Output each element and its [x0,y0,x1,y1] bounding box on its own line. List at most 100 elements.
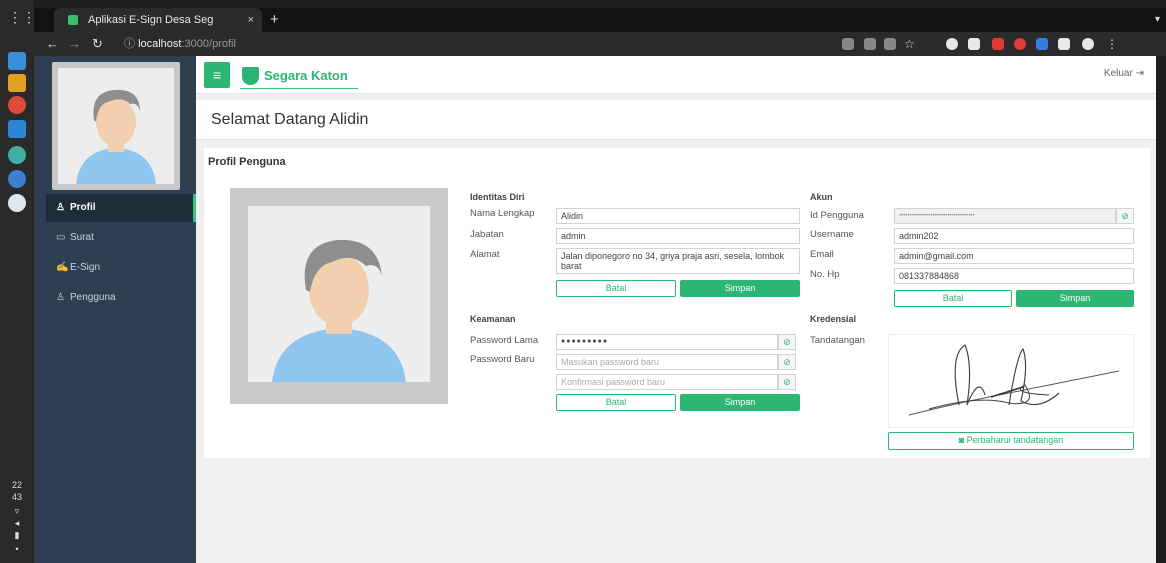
sidebar-item-pengguna[interactable]: ♙ Pengguna [46,284,196,312]
power-icon: • [15,544,19,554]
eye-off-icon[interactable]: ⊘ [1116,208,1134,224]
url-host: localhost [138,38,182,50]
cast-icon[interactable] [884,38,896,50]
id-label: Id Pengguna [810,210,864,221]
settings-icon[interactable] [8,146,26,164]
username-field[interactable]: admin202 [894,228,1134,244]
sidebar-item-label: E-Sign [70,262,101,273]
eye-off-icon[interactable]: ⊘ [778,354,796,370]
tab-close-icon[interactable]: × [248,8,254,32]
extension-icon[interactable] [1014,38,1026,50]
eye-off-icon[interactable]: ⊘ [778,374,796,390]
keamanan-save-button[interactable]: Simpan [680,394,800,411]
translate-icon[interactable] [864,38,876,50]
reload-icon[interactable]: ↻ [92,32,103,56]
akun-save-button[interactable]: Simpan [1016,290,1134,307]
profile-photo-inner [248,206,430,382]
profile-photo [230,188,448,404]
extension-icon[interactable] [1036,38,1048,50]
password-baru-label: Password Baru [470,354,535,365]
bookmark-star-icon[interactable]: ☆ [904,38,916,50]
tab-title: Aplikasi E-Sign Desa Seg [88,14,214,26]
extension-icon[interactable] [968,38,980,50]
browser-toolbar: ← → ↻ ⓘ localhost:3000/profil ☆ ⋮ [34,32,1166,56]
os-dock: ⋮⋮ 22 43 ▿ ◂ ▮ • [0,0,36,563]
signature-drawing [908,344,1120,416]
puzzle-icon[interactable] [1058,38,1070,50]
new-tab-button[interactable]: + [270,8,279,32]
user-avatar-icon [58,68,174,184]
keamanan-cancel-button[interactable]: Batal [556,394,676,411]
sidebar-avatar [52,62,180,190]
network-icon[interactable] [8,170,26,188]
cloud-icon[interactable] [8,194,26,212]
update-signature-label: Perbaharui tandatangan [966,435,1064,445]
camera-icon: ◙ [958,435,967,445]
page-title: Selamat Datang Alidin [196,100,1156,140]
user-avatar-icon [248,206,430,382]
vscode-icon[interactable] [8,120,26,138]
clock-minute: 43 [11,492,22,502]
sidebar-item-esign[interactable]: ✍ E-Sign [46,254,196,282]
konfirmasi-password-field[interactable]: Konfirmasi password baru [556,374,778,390]
password-baru-field[interactable]: Masukan password baru [556,354,778,370]
signature-icon: ✍ [56,262,69,273]
sidebar-item-surat[interactable]: ▭ Surat [46,224,196,252]
hp-field[interactable]: 081337884868 [894,268,1134,284]
users-icon: ♙ [56,292,65,303]
card-title: Profil Penguna [208,156,286,168]
favicon-icon [68,15,78,25]
apps-grid-icon[interactable]: ⋮⋮ [8,8,36,26]
sidebar-item-label: Surat [70,232,94,243]
email-field[interactable]: admin@gmail.com [894,248,1134,264]
nama-label: Nama Lengkap [470,208,535,219]
tab-search-icon[interactable]: ▾ [1155,8,1160,32]
image-app-icon[interactable] [8,74,26,92]
brand-name: Segara Katon [264,68,348,83]
brand[interactable]: Segara Katon [240,63,358,89]
back-icon[interactable]: ← [46,32,59,56]
app-sidebar: ♙ Profil ▭ Surat ✍ E-Sign ♙ Pengguna [34,56,196,563]
kredensial-title: Kredensial [810,314,857,324]
clock-hour: 22 [11,480,22,490]
id-field[interactable]: •••••••••••••••••••••••••••••••••••• [894,208,1116,224]
extension-icon[interactable] [946,38,958,50]
jabatan-field[interactable]: admin [556,228,800,244]
akun-cancel-button[interactable]: Batal [894,290,1012,307]
volume-icon: ◂ [14,518,20,528]
tandatangan-label: Tandatangan [810,335,865,346]
logout-label: Keluar [1103,68,1133,79]
logout-icon: ⇥ [1135,68,1144,79]
jabatan-label: Jabatan [470,229,504,240]
eye-off-icon[interactable]: ⊘ [778,334,796,350]
key-icon[interactable] [842,38,854,50]
logout-button[interactable]: Keluar ⇥ [1104,68,1144,79]
akun-title: Akun [810,192,833,202]
username-label: Username [810,229,854,240]
address-bar[interactable]: ⓘ localhost:3000/profil [120,35,820,53]
browser-tab-strip: Aplikasi E-Sign Desa Seg × + ▾ [34,8,1166,32]
menu-toggle-button[interactable]: ≡ [204,62,230,88]
village-logo-icon [242,67,259,85]
forward-icon[interactable]: → [68,32,81,56]
battery-icon: ▮ [14,530,20,540]
identitas-save-button[interactable]: Simpan [680,280,800,297]
chrome-icon[interactable] [8,96,26,114]
sidebar-item-profil[interactable]: ♙ Profil [46,194,196,222]
browser-tab[interactable]: Aplikasi E-Sign Desa Seg × [54,8,262,32]
nama-field[interactable]: Alidin [556,208,800,224]
info-icon: ⓘ [124,38,139,50]
signature-image [888,334,1134,428]
extension-icon[interactable] [992,38,1004,50]
password-lama-field[interactable]: ●●●●●●●●● [556,334,778,350]
update-signature-button[interactable]: ◙ Perbaharui tandatangan [888,432,1134,450]
profile-avatar-icon[interactable] [1082,38,1094,50]
identitas-cancel-button[interactable]: Batal [556,280,676,297]
url-path: :3000/profil [181,38,236,50]
alamat-field[interactable]: Jalan diponegoro no 34, griya praja asri… [556,248,800,274]
more-menu-icon[interactable]: ⋮ [1106,38,1118,50]
files-icon[interactable] [8,52,26,70]
user-icon: ♙ [56,202,65,213]
hp-label: No. Hp [810,269,840,280]
password-lama-label: Password Lama [470,335,539,346]
